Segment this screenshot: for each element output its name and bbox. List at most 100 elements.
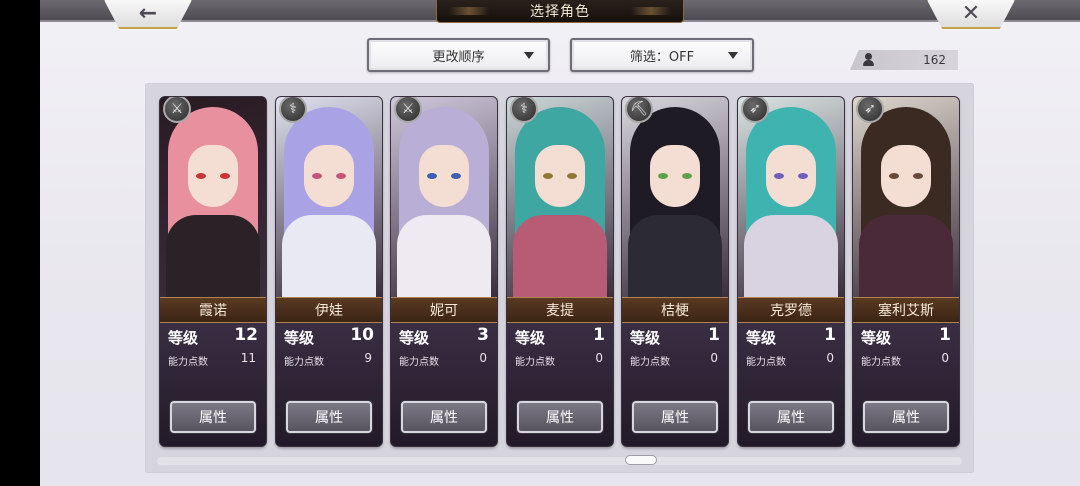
level-label: 等级 [861,329,892,347]
ability-points-value: 0 [710,351,718,365]
attributes-button[interactable]: 属性 [517,401,603,433]
scroll-thumb[interactable] [625,455,657,465]
character-portrait [160,97,266,297]
sort-order-dropdown[interactable]: 更改顺序 [367,38,550,72]
level-value: 1 [593,325,605,345]
level-label: 等级 [399,329,430,347]
close-button[interactable]: ✕ [926,0,1016,29]
level-value: 12 [234,325,258,345]
close-icon: ✕ [961,1,981,26]
attributes-button-label: 属性 [315,410,343,426]
ability-points-label: 能力点数 [284,357,324,368]
filter-dropdown[interactable]: 筛选：OFF [570,38,754,72]
horizontal-scrollbar[interactable] [157,455,962,465]
attributes-button[interactable]: 属性 [632,401,718,433]
character-stats: 等级 10 能力点数 9 属性 [276,323,382,446]
portrait-body [513,215,607,297]
filter-label: 筛选：OFF [629,49,695,65]
character-portrait [507,97,613,297]
portrait-eye [774,173,784,179]
ability-points-value: 0 [595,351,603,365]
portrait-body [397,215,491,297]
character-stats: 等级 1 能力点数 0 属性 [738,323,844,446]
attributes-button[interactable]: 属性 [170,401,256,433]
character-card[interactable]: ➶ 塞利艾斯 等级 1 能力点数 0 属性 [853,97,959,446]
portrait-eye [427,173,437,179]
character-stats: 等级 1 能力点数 0 属性 [622,323,728,446]
portrait-eye [658,173,668,179]
chevron-down-icon [524,52,534,59]
character-list-panel: ⚔ 霞诺 等级 12 能力点数 11 属性 ⚕ 伊娃 等级 10 能力点数 9 … [145,83,974,473]
portrait-body [628,215,722,297]
character-name: 克罗德 [738,297,844,323]
level-label: 等级 [168,329,199,347]
attributes-button[interactable]: 属性 [748,401,834,433]
character-stats: 等级 3 能力点数 0 属性 [391,323,497,446]
character-portrait [276,97,382,297]
level-label: 等级 [630,329,661,347]
character-portrait [738,97,844,297]
ability-points-label: 能力点数 [630,357,670,368]
portrait-body [744,215,838,297]
level-label: 等级 [284,329,315,347]
ability-points-label: 能力点数 [399,357,439,368]
level-value: 1 [708,325,720,345]
level-label: 等级 [746,329,777,347]
portrait-eye [312,173,322,179]
character-card-row: ⚔ 霞诺 等级 12 能力点数 11 属性 ⚕ 伊娃 等级 10 能力点数 9 … [157,91,962,451]
character-card[interactable]: ⚕ 伊娃 等级 10 能力点数 9 属性 [276,97,382,446]
page-title-plate: 选择角色 [436,0,684,23]
portrait-eye [220,173,230,179]
level-value: 3 [477,325,489,345]
portrait-body [282,215,376,297]
character-name: 麦提 [507,297,613,323]
character-name: 塞利艾斯 [853,297,959,323]
character-stats: 等级 1 能力点数 0 属性 [507,323,613,446]
portrait-body [859,215,953,297]
level-value: 1 [939,325,951,345]
attributes-button-label: 属性 [430,410,458,426]
attributes-button[interactable]: 属性 [863,401,949,433]
portrait-eye [913,173,923,179]
attributes-button-label: 属性 [661,410,689,426]
character-count-badge: 162 [850,50,958,70]
character-card[interactable]: ⚔ 霞诺 等级 12 能力点数 11 属性 [160,97,266,446]
portrait-eye [567,173,577,179]
ability-points-value: 0 [826,351,834,365]
ability-points-label: 能力点数 [168,357,208,368]
character-card[interactable]: ⛏ 桔梗 等级 1 能力点数 0 属性 [622,97,728,446]
portrait-eye [889,173,899,179]
character-count: 162 [923,53,946,67]
chevron-down-icon [728,52,738,59]
person-icon [862,53,876,67]
ability-points-label: 能力点数 [515,357,555,368]
character-stats: 等级 1 能力点数 0 属性 [853,323,959,446]
character-card[interactable]: ⚕ 麦提 等级 1 能力点数 0 属性 [507,97,613,446]
level-value: 1 [824,325,836,345]
character-name: 桔梗 [622,297,728,323]
portrait-eye [451,173,461,179]
game-screen: ← 选择角色 ✕ 更改顺序 筛选：OFF 162 ⚔ 霞诺 等级 12 能力点数… [40,0,1080,486]
ability-points-value: 9 [364,351,372,365]
character-name: 霞诺 [160,297,266,323]
portrait-eye [543,173,553,179]
portrait-eye [336,173,346,179]
attributes-button-label: 属性 [777,410,805,426]
ability-points-value: 0 [941,351,949,365]
ability-points-value: 11 [240,351,256,365]
character-portrait [391,97,497,297]
character-name: 伊娃 [276,297,382,323]
level-label: 等级 [515,329,546,347]
page-title: 选择角色 [530,4,590,20]
attributes-button[interactable]: 属性 [401,401,487,433]
ability-points-label: 能力点数 [861,357,901,368]
back-button[interactable]: ← [103,0,193,29]
character-card[interactable]: ⚔ 妮可 等级 3 能力点数 0 属性 [391,97,497,446]
sort-order-label: 更改顺序 [432,49,485,65]
character-name: 妮可 [391,297,497,323]
attributes-button[interactable]: 属性 [286,401,372,433]
attributes-button-label: 属性 [199,410,227,426]
back-arrow-icon: ← [138,1,158,26]
character-card[interactable]: ➶ 克罗德 等级 1 能力点数 0 属性 [738,97,844,446]
portrait-eye [196,173,206,179]
